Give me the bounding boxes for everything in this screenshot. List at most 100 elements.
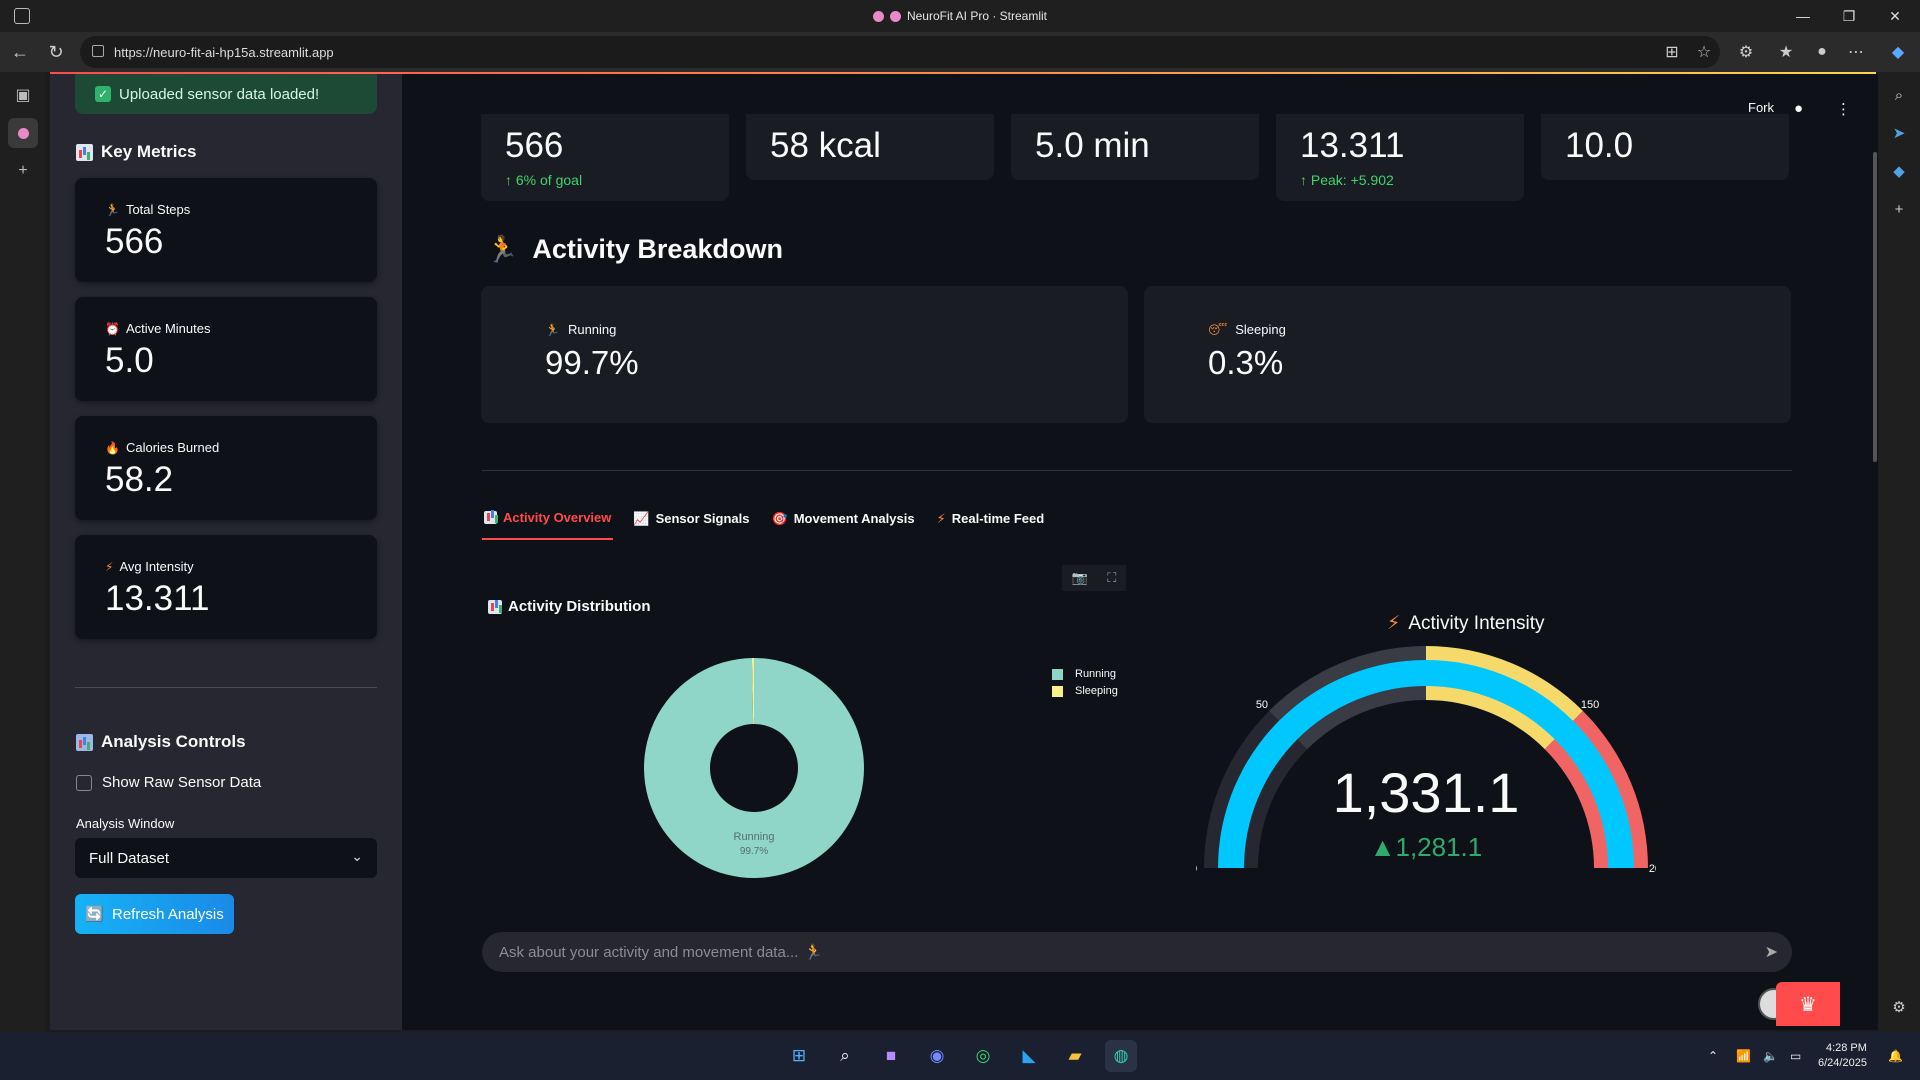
tab-realtime-feed[interactable]: ⚡ Real-time Feed [935, 504, 1047, 540]
discord-icon[interactable]: ◉ [921, 1040, 953, 1072]
speaker-icon[interactable]: 🔈 [1763, 1049, 1778, 1063]
fire-icon: 🔥 [105, 440, 120, 455]
show-raw-checkbox[interactable]: Show Raw Sensor Data [76, 774, 261, 791]
fullscreen-icon[interactable]: ⛶ [1107, 570, 1116, 586]
pie-inside-label: Running [734, 831, 775, 843]
wifi-icon[interactable]: 📶 [1736, 1049, 1751, 1063]
tab-activity-overview[interactable]: Activity Overview [482, 504, 614, 540]
notification-icon[interactable]: 🔔 [1888, 1032, 1903, 1080]
section-divider [482, 470, 1792, 471]
star-icon[interactable]: ☆ [1688, 36, 1720, 68]
metric-value: 13.311 [105, 579, 210, 618]
tab-bar: Activity Overview 📈 Sensor Signals 🎯 Movem… [482, 504, 1046, 540]
browser-toolbar: ← ↻ https://neuro-fit-ai-hp15a.streamlit… [0, 32, 1920, 72]
lightning-icon: ⚡ [936, 510, 946, 526]
pie-inside-value: 99.7% [740, 846, 768, 857]
camera-icon[interactable]: 📷 [1072, 570, 1088, 586]
search-icon[interactable]: ⌕ [829, 1040, 861, 1072]
whatsapp-icon[interactable]: ◎ [967, 1040, 999, 1072]
tab-sensor-signals[interactable]: 📈 Sensor Signals [631, 504, 751, 540]
tab-label: Movement Analysis [793, 511, 915, 526]
minimize-button[interactable]: — [1780, 0, 1826, 32]
key-metrics-heading: Key Metrics [76, 142, 196, 162]
gauge-delta: ▲1,281.1 [1370, 832, 1482, 862]
metric-label: ⏰ Active Minutes [105, 321, 211, 336]
metric-card-active-minutes: ⏰ Active Minutes 5.0 [75, 297, 377, 401]
jetbrains-icon[interactable]: ■ [875, 1040, 907, 1072]
pie-legend: Running Sleeping [1052, 668, 1118, 702]
activity-intensity-heading: ⚡ Activity Intensity [1387, 612, 1545, 635]
top-stat-value: 58 kcal [770, 126, 881, 165]
search-icon[interactable]: ⌕ [1884, 80, 1914, 110]
chevron-up-icon[interactable]: ⌃ [1708, 1049, 1718, 1063]
tab-movement-analysis[interactable]: 🎯 Movement Analysis [770, 504, 917, 540]
metric-label: 🏃 Total Steps [105, 202, 190, 217]
scrollbar-thumb[interactable] [1873, 152, 1877, 462]
sidebar-toggle-icon[interactable]: ▣ [8, 80, 38, 110]
gauge-tick-label: 0 [1196, 863, 1197, 875]
settings-icon[interactable]: ⚙ [1884, 992, 1914, 1022]
analysis-controls-heading: Analysis Controls [76, 732, 246, 752]
gauge-tick-label: 50 [1256, 699, 1268, 711]
bar-chart-icon [76, 143, 93, 161]
control-knobs-icon [76, 733, 93, 751]
extensions-icon[interactable]: ⚙ [1730, 36, 1762, 68]
analysis-window-select[interactable]: Full Dataset ⌄ [75, 838, 377, 878]
sidebar-divider [75, 687, 377, 688]
tab-neurofit[interactable] [8, 118, 38, 148]
legend-item[interactable]: Running [1052, 668, 1118, 680]
main-scrollbar[interactable] [1872, 74, 1878, 1030]
restore-button[interactable]: ❐ [1826, 0, 1872, 32]
legend-label: Running [1075, 668, 1116, 680]
key-metrics-title: Key Metrics [101, 142, 197, 161]
fork-button[interactable]: Fork [1748, 100, 1774, 115]
grid-icon[interactable]: ⊞ [1656, 36, 1688, 68]
battery-icon[interactable]: ▭ [1790, 1049, 1801, 1063]
metric-label-text: Calories Burned [125, 440, 220, 455]
close-button[interactable]: ✕ [1872, 0, 1918, 32]
tab-actions-icon[interactable] [14, 8, 30, 24]
start-icon[interactable]: ⊞ [783, 1040, 815, 1072]
send-icon[interactable]: ➤ [1884, 118, 1914, 148]
top-stat-minutes: 5.0 min [1011, 114, 1259, 180]
favorites-icon[interactable]: ★ [1770, 36, 1802, 68]
refresh-icon[interactable]: ↻ [38, 34, 74, 70]
success-text: Uploaded sensor data loaded! [119, 85, 320, 103]
github-icon[interactable]: ● [1794, 100, 1803, 117]
breakdown-value: 0.3% [1208, 344, 1284, 381]
new-tab-icon[interactable]: + [8, 156, 38, 186]
top-stat-value: 13.311 [1300, 126, 1405, 165]
metric-value: 566 [105, 222, 164, 261]
runner-icon: 🏃 [105, 202, 120, 217]
chat-input[interactable]: Ask about your activity and movement dat… [482, 932, 1792, 972]
vscode-icon[interactable]: ◣ [1013, 1040, 1045, 1072]
distribution-title: Activity Distribution [508, 598, 651, 615]
metric-label: ⚡ Avg Intensity [105, 559, 194, 574]
metric-label: 🔥 Calories Burned [105, 440, 219, 455]
menu-icon[interactable]: ⋮ [1836, 100, 1851, 118]
address-field[interactable]: https://neuro-fit-ai-hp15a.streamlit.app [80, 36, 1720, 68]
legend-item[interactable]: Sleeping [1052, 685, 1118, 697]
breakdown-card-sleeping: 😴 Sleeping 0.3% [1144, 286, 1791, 423]
copilot-icon[interactable]: ◆ [1882, 36, 1914, 68]
more-icon[interactable]: ⋯ [1840, 36, 1872, 68]
profile-icon[interactable]: ● [1806, 36, 1838, 68]
top-stat-delta: ↑ Peak: +5.902 [1300, 172, 1394, 188]
back-icon[interactable]: ← [2, 34, 38, 70]
app-main: Fork ● ⋮ 566 ↑ 6% of goal 58 kcal 5.0 mi… [402, 74, 1872, 1030]
clock[interactable]: 4:28 PM 6/24/2025 [1818, 1032, 1867, 1080]
metric-card-calories: 🔥 Calories Burned 58.2 [75, 416, 377, 520]
checkbox-box[interactable] [76, 774, 92, 791]
send-icon[interactable]: ➤ [1765, 942, 1778, 962]
streamlit-crown-button[interactable]: ♛ [1776, 982, 1840, 1026]
refresh-analysis-button[interactable]: 🔄 Refresh Analysis [75, 894, 234, 934]
top-stat-calories: 58 kcal [746, 114, 994, 180]
add-icon[interactable]: + [1884, 194, 1914, 224]
tag-icon[interactable]: ◆ [1884, 156, 1914, 186]
gauge-tick-label: 150 [1581, 699, 1599, 711]
line-chart-icon: 📈 [633, 510, 650, 526]
brain-icon [889, 10, 901, 22]
target-icon: 🎯 [771, 510, 788, 526]
file-explorer-icon[interactable]: ▰ [1059, 1040, 1091, 1072]
edge-icon[interactable]: ◍ [1105, 1040, 1137, 1072]
